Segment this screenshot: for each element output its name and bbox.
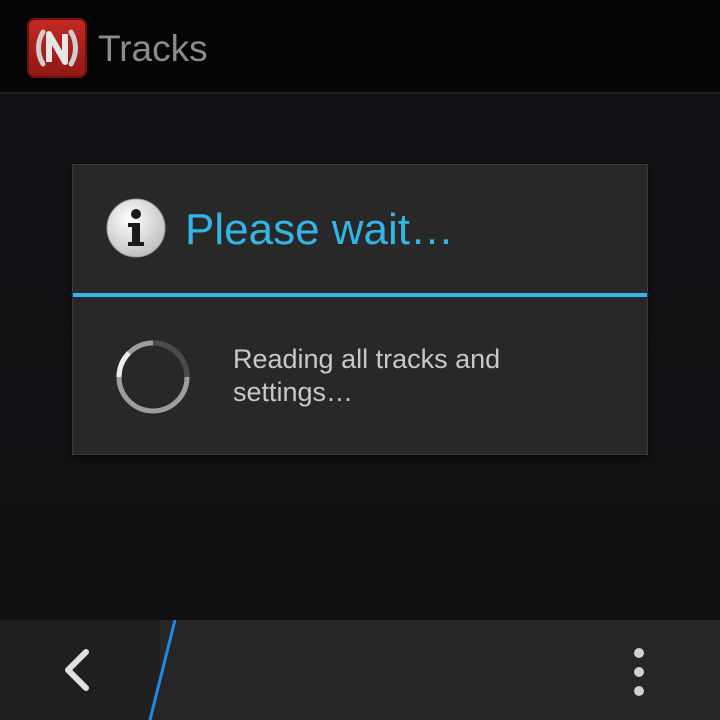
dialog-divider (73, 293, 647, 297)
bottom-bar (0, 620, 720, 720)
bar-separator (148, 620, 180, 720)
progress-dialog: Please wait… Reading all tracks and sett… (72, 164, 648, 455)
dialog-header: Please wait… (73, 165, 647, 293)
menu-dot (634, 648, 644, 658)
info-icon (106, 198, 166, 258)
dialog-message: Reading all tracks and settings… (233, 344, 501, 407)
menu-dot (634, 686, 644, 696)
app-logo-icon (27, 18, 87, 78)
chevron-left-icon (65, 649, 89, 691)
action-bar: Tracks (0, 0, 720, 94)
menu-dot (634, 667, 644, 677)
dialog-title: Please wait… (185, 205, 455, 254)
app-title: Tracks (98, 28, 208, 69)
overflow-menu-icon[interactable] (600, 620, 680, 720)
back-button[interactable] (0, 620, 160, 720)
app-screen: Tracks Please wait… Reading all tracks a… (0, 0, 720, 720)
loading-spinner-icon (113, 337, 193, 417)
